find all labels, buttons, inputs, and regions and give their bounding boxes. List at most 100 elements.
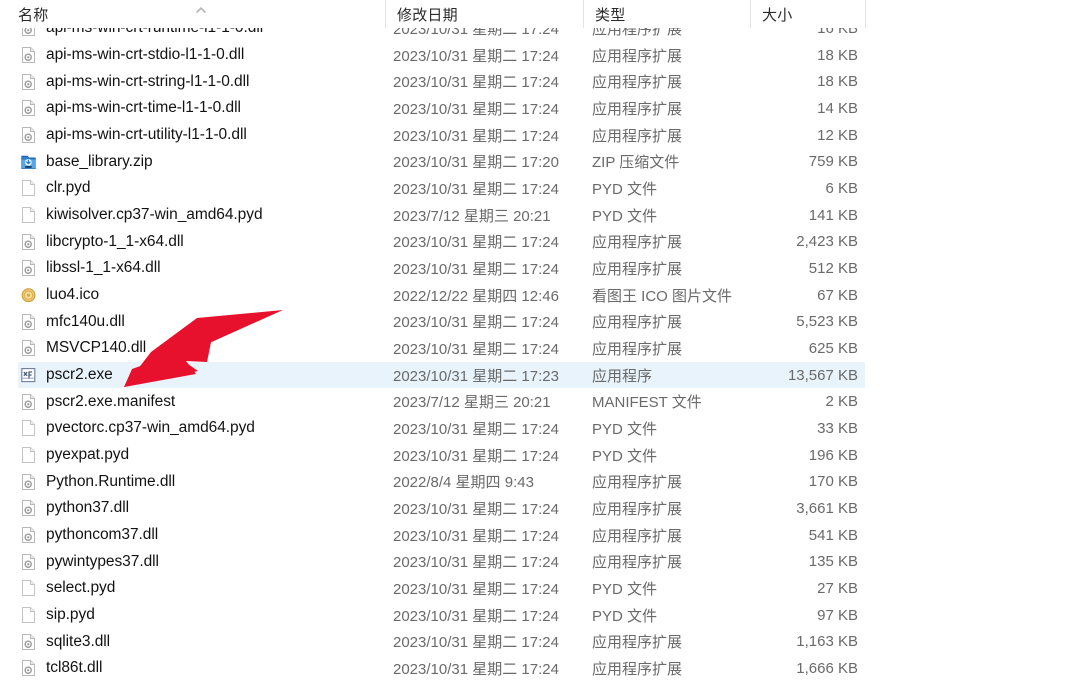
file-name-cell[interactable]: api-ms-win-crt-runtime-l1-1-0.dll	[0, 28, 385, 42]
file-name-cell[interactable]: luo4.ico	[0, 282, 385, 309]
file-row[interactable]: pythoncom37.dll 2023/10/31 星期二 17:24 应用程序扩…	[0, 522, 1080, 549]
file-row[interactable]: clr.pyd 2023/10/31 星期二 17:24 PYD 文件 6 KB	[0, 175, 1080, 202]
file-name-cell[interactable]: pyexpat.pyd	[0, 442, 385, 469]
dll-icon	[20, 473, 37, 491]
file-name-cell[interactable]: pythoncom37.dll	[0, 522, 385, 549]
dll-icon	[20, 259, 37, 277]
file-name-cell[interactable]: mfc140u.dll	[0, 308, 385, 335]
file-explorer-details-view: 名称 修改日期 类型 大小 api-ms-win-crt-runtime-l1-…	[0, 0, 1080, 688]
file-size-cell: 14 KB	[817, 99, 858, 117]
file-name-cell[interactable]: pscr2.exe.manifest	[0, 388, 385, 415]
file-row[interactable]: base_library.zip 2023/10/31 星期二 17:20 ZIP …	[0, 148, 1080, 175]
file-row[interactable]: pscr2.exe.manifest 2023/7/12 星期三 20:21 MAN…	[0, 388, 1080, 415]
file-row[interactable]: kiwisolver.cp37-win_amd64.pyd 2023/7/12 星…	[0, 202, 1080, 229]
blank-file-icon	[20, 179, 37, 197]
file-date-cell: 2023/10/31 星期二 17:24	[393, 527, 559, 545]
file-size-cell: 16 KB	[817, 28, 858, 37]
file-name-cell[interactable]: libcrypto-1_1-x64.dll	[0, 228, 385, 255]
file-row[interactable]: sqlite3.dll 2023/10/31 星期二 17:24 应用程序扩展 1,1…	[0, 628, 1080, 655]
file-type-cell: 应用程序扩展	[592, 234, 683, 252]
file-name-cell[interactable]: MSVCP140.dll	[0, 335, 385, 362]
file-type-cell: 应用程序扩展	[592, 340, 683, 358]
file-row[interactable]: api-ms-win-crt-stdio-l1-1-0.dll 2023/10/3…	[0, 42, 1080, 69]
file-name-cell[interactable]: clr.pyd	[0, 175, 385, 202]
column-header-date-modified-label: 修改日期	[397, 6, 458, 24]
file-size-cell: 3,661 KB	[796, 499, 858, 517]
file-row[interactable]: python37.dll 2023/10/31 星期二 17:24 应用程序扩展 3,…	[0, 495, 1080, 522]
file-size-cell: 18 KB	[817, 46, 858, 64]
file-size-cell: 170 KB	[808, 473, 858, 491]
file-name-cell[interactable]: python37.dll	[0, 495, 385, 522]
file-date-cell: 2023/10/31 星期二 17:24	[393, 260, 559, 278]
file-name-cell[interactable]: pvectorc.cp37-win_amd64.pyd	[0, 415, 385, 442]
dll-icon	[20, 28, 37, 37]
file-row[interactable]: Python.Runtime.dll 2022/8/4 星期四 9:43 应用程序扩…	[0, 468, 1080, 495]
file-date-cell: 2023/10/31 星期二 17:24	[393, 28, 559, 38]
file-type-cell: 看图王 ICO 图片文件	[592, 287, 733, 305]
file-type-cell: PYD 文件	[592, 207, 658, 225]
file-row[interactable]: libssl-1_1-x64.dll 2023/10/31 星期二 17:24 应用…	[0, 255, 1080, 282]
file-name-cell[interactable]: sip.pyd	[0, 602, 385, 629]
file-date-cell: 2023/10/31 星期二 17:24	[393, 634, 559, 652]
file-type-cell: PYD 文件	[592, 607, 658, 625]
file-name-cell[interactable]: pywintypes37.dll	[0, 548, 385, 575]
file-name-cell[interactable]: pscr2.exe	[0, 362, 385, 389]
file-size-cell: 196 KB	[808, 446, 858, 464]
file-size-cell: 625 KB	[808, 339, 858, 357]
file-size-cell: 18 KB	[817, 73, 858, 91]
file-row[interactable]: MSVCP140.dll 2023/10/31 星期二 17:24 应用程序扩展 62…	[0, 335, 1080, 362]
column-header-name[interactable]: 名称	[0, 0, 385, 28]
file-row-selected[interactable]: pscr2.exe 2023/10/31 星期二 17:23 应用程序 13,567 …	[0, 361, 1080, 389]
file-name-cell[interactable]: api-ms-win-crt-string-l1-1-0.dll	[0, 68, 385, 95]
file-type-cell: 应用程序扩展	[592, 554, 683, 572]
file-name-cell[interactable]: Python.Runtime.dll	[0, 468, 385, 495]
file-list[interactable]: api-ms-win-crt-runtime-l1-1-0.dll 2023/10…	[0, 28, 1080, 688]
file-name-label: pscr2.exe	[46, 366, 113, 384]
file-name-label: sip.pyd	[46, 606, 95, 624]
dll-icon	[20, 553, 37, 571]
file-name-label: Python.Runtime.dll	[46, 472, 176, 490]
file-date-cell: 2023/10/31 星期二 17:23	[393, 367, 559, 385]
file-name-label: select.pyd	[46, 579, 116, 597]
file-row[interactable]: pyexpat.pyd 2023/10/31 星期二 17:24 PYD 文件 196…	[0, 442, 1080, 469]
file-date-cell: 2023/10/31 星期二 17:24	[393, 127, 559, 145]
file-size-cell: 135 KB	[808, 553, 858, 571]
column-header-date-modified[interactable]: 修改日期	[385, 0, 583, 28]
file-row[interactable]: api-ms-win-crt-time-l1-1-0.dll 2023/10/31…	[0, 95, 1080, 122]
file-row[interactable]: api-ms-win-crt-runtime-l1-1-0.dll 2023/10…	[0, 28, 1080, 42]
column-header-empty[interactable]	[865, 0, 1080, 28]
file-name-cell[interactable]: libssl-1_1-x64.dll	[0, 255, 385, 282]
file-date-cell: 2023/10/31 星期二 17:24	[393, 74, 559, 92]
file-row[interactable]: api-ms-win-crt-string-l1-1-0.dll 2023/10/…	[0, 68, 1080, 95]
file-row[interactable]: tcl86t.dll 2023/10/31 星期二 17:24 应用程序扩展 1,66…	[0, 655, 1080, 682]
file-name-cell[interactable]: sqlite3.dll	[0, 628, 385, 655]
file-row[interactable]: pywintypes37.dll 2023/10/31 星期二 17:24 应用程序…	[0, 548, 1080, 575]
file-name-cell[interactable]: api-ms-win-crt-stdio-l1-1-0.dll	[0, 42, 385, 69]
file-name-cell[interactable]: tcl86t.dll	[0, 655, 385, 682]
file-type-cell: 应用程序扩展	[592, 474, 683, 492]
file-name-cell[interactable]: api-ms-win-crt-utility-l1-1-0.dll	[0, 122, 385, 149]
column-header-size[interactable]: 大小	[750, 0, 865, 28]
column-header-type-label: 类型	[595, 6, 626, 24]
file-name-label: base_library.zip	[46, 152, 153, 170]
file-date-cell: 2022/12/22 星期四 12:46	[393, 287, 559, 305]
file-type-cell: MANIFEST 文件	[592, 394, 702, 412]
file-row[interactable]: libcrypto-1_1-x64.dll 2023/10/31 星期二 17:2…	[0, 228, 1080, 255]
sort-ascending-icon	[194, 6, 208, 15]
file-row[interactable]: luo4.ico 2022/12/22 星期四 12:46 看图王 ICO 图片文件…	[0, 282, 1080, 309]
blank-file-icon	[20, 606, 37, 624]
file-date-cell: 2023/10/31 星期二 17:24	[393, 580, 559, 598]
file-name-label: luo4.ico	[46, 286, 100, 304]
file-name-cell[interactable]: api-ms-win-crt-time-l1-1-0.dll	[0, 95, 385, 122]
file-row[interactable]: sip.pyd 2023/10/31 星期二 17:24 PYD 文件 97 KB	[0, 602, 1080, 629]
file-name-cell[interactable]: base_library.zip	[0, 148, 385, 175]
file-row[interactable]: pvectorc.cp37-win_amd64.pyd 2023/10/31 星期…	[0, 415, 1080, 442]
file-row[interactable]: select.pyd 2023/10/31 星期二 17:24 PYD 文件 27 K…	[0, 575, 1080, 602]
dll-icon	[20, 313, 37, 331]
file-name-cell[interactable]: select.pyd	[0, 575, 385, 602]
file-name-label: python37.dll	[46, 499, 129, 517]
file-row[interactable]: api-ms-win-crt-utility-l1-1-0.dll 2023/10…	[0, 122, 1080, 149]
column-header-type[interactable]: 类型	[583, 0, 750, 28]
file-name-cell[interactable]: kiwisolver.cp37-win_amd64.pyd	[0, 202, 385, 229]
file-row[interactable]: mfc140u.dll 2023/10/31 星期二 17:24 应用程序扩展 5,5…	[0, 308, 1080, 335]
